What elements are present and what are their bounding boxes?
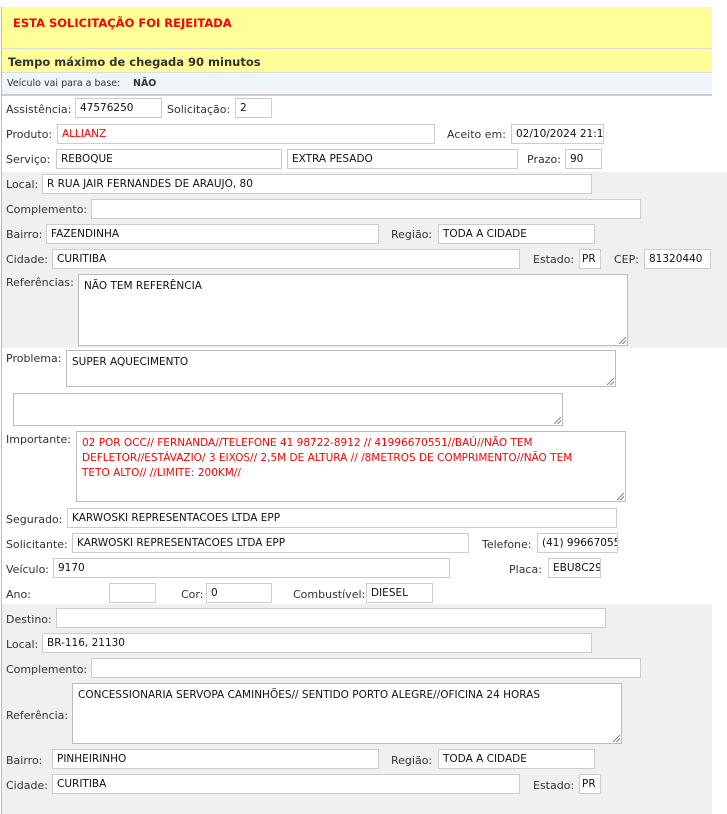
produto-input[interactable]: ALLIANZ xyxy=(57,124,435,144)
destino-referencia-textarea[interactable]: CONCESSIONARIA SERVOPA CAMINHÕES// SENTI… xyxy=(72,683,622,744)
placa-input[interactable]: EBU8C29 xyxy=(548,558,601,578)
bairro-label: Bairro: xyxy=(6,228,43,241)
assistencia-input[interactable]: 47576250 xyxy=(75,98,162,118)
destino-regiao-input[interactable]: TODA A CIDADE xyxy=(438,749,595,769)
base-label: Veículo vai para a base: xyxy=(7,78,121,89)
importante-label: Importante: xyxy=(6,433,72,446)
solicitante-label: Solicitante: xyxy=(6,538,68,551)
complemento-label: Complemento: xyxy=(6,203,88,216)
segurado-input[interactable]: KARWOSKI REPRESENTACOES LTDA EPP xyxy=(67,508,617,528)
referencias-textarea[interactable]: NÃO TEM REFERÊNCIA xyxy=(78,274,628,346)
destino-label: Destino: xyxy=(6,613,52,626)
base-bar: Veículo vai para a base: NÃO xyxy=(2,73,712,96)
destino-estado-label: Estado: xyxy=(533,779,575,792)
cor-label: Cor: xyxy=(181,588,204,601)
local-label: Local: xyxy=(6,178,39,191)
ano-input[interactable] xyxy=(109,583,156,603)
regiao-label: Região: xyxy=(391,228,433,241)
destino-cidade-input[interactable]: CURITIBA xyxy=(52,774,520,794)
aceito-input[interactable]: 02/10/2024 21:15 xyxy=(511,124,604,144)
max-time-text: Tempo máximo de chegada 90 minutos xyxy=(8,55,261,69)
destino-input[interactable] xyxy=(56,608,606,628)
combustivel-label: Combustível: xyxy=(293,588,366,601)
solicitacao-label: Solicitação: xyxy=(167,103,231,116)
destino-complemento-label: Complemento: xyxy=(6,663,88,676)
bairro-input[interactable]: FAZENDINHA xyxy=(46,224,379,244)
destino-complemento-input[interactable] xyxy=(91,658,641,678)
estado-label: Estado: xyxy=(533,253,575,266)
destino-estado-input[interactable]: PR xyxy=(579,774,601,794)
problema-label: Problema: xyxy=(6,352,62,365)
problema-textarea[interactable]: SUPER AQUECIMENTO xyxy=(66,350,616,387)
aceito-label: Aceito em: xyxy=(447,128,506,141)
rejected-text: ESTA SOLICITAÇÃO FOI REJEITADA xyxy=(13,16,232,30)
cidade-input[interactable]: CURITIBA xyxy=(52,249,520,269)
servico-tipo-input[interactable]: EXTRA PESADO xyxy=(287,149,518,169)
cidade-label: Cidade: xyxy=(6,253,48,266)
prazo-label: Prazo: xyxy=(527,153,561,166)
produto-label: Produto: xyxy=(6,128,53,141)
combustivel-input[interactable]: DIESEL xyxy=(366,583,433,603)
destino-regiao-label: Região: xyxy=(391,754,433,767)
destino-local-input[interactable]: BR-116, 21130 xyxy=(42,633,592,653)
telefone-label: Telefone: xyxy=(482,538,532,551)
cep-label: CEP: xyxy=(614,253,639,266)
destino-bairro-label: Bairro: xyxy=(6,754,43,767)
destino-bairro-input[interactable]: PINHEIRINHO xyxy=(52,749,379,769)
servico-label: Serviço: xyxy=(6,153,51,166)
local-input[interactable]: R RUA JAIR FERNANDES DE ARAUJO, 80 xyxy=(42,174,592,194)
importante-textarea[interactable]: 02 POR OCC// FERNANDA//TELEFONE 41 98722… xyxy=(76,431,626,502)
regiao-input[interactable]: TODA A CIDADE xyxy=(438,224,595,244)
segurado-label: Segurado: xyxy=(6,513,63,526)
max-time-banner: Tempo máximo de chegada 90 minutos xyxy=(2,49,712,73)
solicitante-input[interactable]: KARWOSKI REPRESENTACOES LTDA EPP xyxy=(72,533,469,553)
veiculo-label: Veículo: xyxy=(6,563,50,576)
destino-local-label: Local: xyxy=(6,638,39,651)
referencias-label: Referências: xyxy=(6,276,74,289)
telefone-input[interactable]: (41) 996670551 xyxy=(537,533,618,553)
destino-referencia-label: Referência: xyxy=(6,709,69,722)
assistencia-label: Assistência: xyxy=(6,103,72,116)
complemento-input[interactable] xyxy=(91,199,641,219)
prazo-input[interactable]: 90 xyxy=(565,149,602,169)
problema-extra-textarea[interactable] xyxy=(13,393,563,426)
base-value: NÃO xyxy=(133,78,157,89)
veiculo-input[interactable]: 9170 xyxy=(53,558,450,578)
rejected-banner: ESTA SOLICITAÇÃO FOI REJEITADA xyxy=(2,7,712,49)
servico-input[interactable]: REBOQUE xyxy=(56,149,282,169)
destino-cidade-label: Cidade: xyxy=(6,779,48,792)
ano-label: Ano: xyxy=(6,588,31,601)
estado-input[interactable]: PR xyxy=(579,249,601,269)
solicitacao-input[interactable]: 2 xyxy=(235,98,272,118)
cep-input[interactable]: 81320440 xyxy=(644,249,711,269)
cor-input[interactable]: 0 xyxy=(206,583,272,603)
placa-label: Placa: xyxy=(509,563,542,576)
